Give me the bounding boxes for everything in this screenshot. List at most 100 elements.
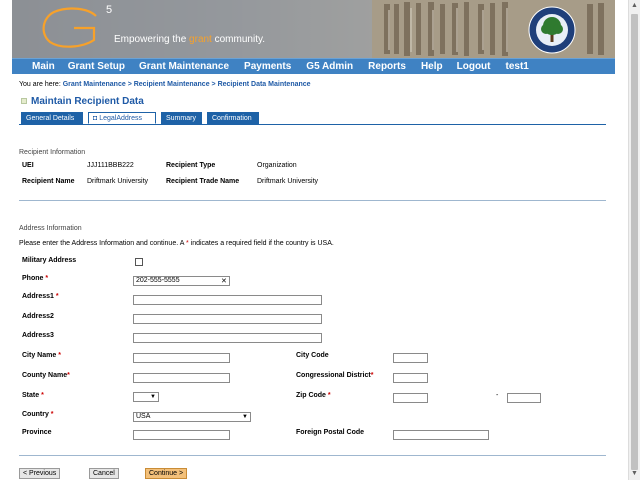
country-select-value: USA: [136, 413, 151, 420]
close-icon[interactable]: ✕: [221, 277, 227, 285]
city-code-input[interactable]: [393, 353, 428, 363]
address1-input[interactable]: [133, 295, 322, 305]
address-info-heading: Address Information: [19, 225, 82, 232]
breadcrumb-separator: >: [209, 81, 218, 88]
nav-reports[interactable]: Reports: [368, 61, 406, 72]
zip-plus4-input[interactable]: [507, 393, 541, 403]
required-marker: *: [41, 392, 44, 399]
instruction-text: Please enter the Address Information and…: [19, 240, 186, 247]
city-name-input[interactable]: [133, 353, 230, 363]
scroll-up-icon[interactable]: ▲: [629, 0, 640, 12]
congressional-district-input[interactable]: [393, 373, 428, 383]
breadcrumb-current: Recipient Data Maintenance: [217, 81, 311, 88]
continue-button[interactable]: Continue >: [145, 468, 188, 479]
tagline-text-end: community.: [211, 34, 266, 45]
tagline-text: Empowering the: [114, 34, 190, 45]
chevron-down-icon: ▼: [242, 414, 248, 420]
congressional-district-label-text: Congressional District: [296, 372, 371, 379]
required-marker: *: [50, 411, 54, 418]
uei-value: JJJ111BBB222: [87, 162, 134, 169]
state-select[interactable]: ▼: [133, 392, 159, 402]
military-address-label: Military Address: [22, 257, 77, 264]
scroll-down-icon[interactable]: ▼: [629, 468, 640, 480]
foreign-postal-code-label: Foreign Postal Code: [296, 429, 365, 436]
province-input[interactable]: [133, 430, 230, 440]
tab-general-details[interactable]: General Details: [21, 112, 83, 124]
page: 5 Empowering the grant community. Main G…: [0, 0, 628, 480]
site-banner: 5 Empowering the grant community.: [12, 0, 615, 58]
vertical-scrollbar[interactable]: ▲ ▼: [628, 0, 640, 480]
address-instructions: Please enter the Address Information and…: [19, 240, 334, 247]
address3-input[interactable]: [133, 333, 322, 343]
recipient-name-value: Driftmark University: [87, 178, 149, 185]
tab-legal-address[interactable]: ◘ LegalAddress: [88, 112, 156, 124]
city-name-label-text: City Name: [22, 352, 57, 359]
breadcrumb-separator: >: [125, 81, 134, 88]
recipient-info-heading: Recipient Information: [19, 149, 86, 156]
required-marker: *: [327, 392, 331, 399]
phone-label: Phone *: [22, 275, 48, 282]
tab-summary[interactable]: Summary: [161, 112, 202, 124]
breadcrumb-link-recipient-maintenance[interactable]: Recipient Maintenance: [134, 81, 210, 88]
country-label: Country *: [22, 411, 54, 418]
chevron-down-icon: ▼: [150, 394, 156, 400]
main-nav: Main Grant Setup Grant Maintenance Payme…: [12, 58, 615, 74]
breadcrumb: You are here: Grant Maintenance > Recipi…: [19, 81, 311, 88]
address1-label-text: Address1: [22, 293, 54, 300]
cancel-button[interactable]: Cancel: [89, 468, 119, 479]
nav-user[interactable]: test1: [506, 61, 529, 72]
page-title-icon: [21, 98, 27, 104]
required-marker: *: [55, 293, 59, 300]
address2-input[interactable]: [133, 314, 322, 324]
tagline-highlight: grant: [189, 34, 212, 45]
page-title: Maintain Recipient Data: [31, 96, 144, 107]
required-marker: *: [67, 372, 70, 379]
tab-confirmation[interactable]: Confirmation: [207, 112, 259, 124]
zip-code-label: Zip Code *: [296, 392, 331, 399]
tab-legal-address-label: LegalAddress: [99, 115, 142, 122]
county-name-input[interactable]: [133, 373, 230, 383]
section-divider: [19, 455, 606, 456]
nav-logout[interactable]: Logout: [457, 61, 491, 72]
department-of-education-seal-icon: [528, 6, 576, 54]
recipient-name-label: Recipient Name: [22, 178, 75, 185]
county-name-label-text: County Name: [22, 372, 68, 379]
country-label-text: Country: [22, 411, 49, 418]
zip-code-label-text: Zip Code: [296, 392, 326, 399]
nav-g5-admin[interactable]: G5 Admin: [306, 61, 353, 72]
breadcrumb-link-grant-maintenance[interactable]: Grant Maintenance: [63, 81, 126, 88]
phone-label-text: Phone: [22, 275, 44, 282]
tagline: Empowering the grant community.: [114, 34, 265, 45]
state-label: State *: [22, 392, 44, 399]
phone-input[interactable]: 202-555-5555: [133, 276, 230, 286]
recipient-trade-name-label: Recipient Trade Name: [166, 178, 240, 185]
city-name-label: City Name *: [22, 352, 61, 359]
required-marker: *: [58, 352, 61, 359]
recipient-type-label: Recipient Type: [166, 162, 216, 169]
recipient-trade-name-value: Driftmark University: [257, 178, 319, 185]
nav-payments[interactable]: Payments: [244, 61, 291, 72]
city-code-label: City Code: [296, 352, 329, 359]
g5-logo-five: 5: [106, 4, 113, 16]
breadcrumb-prefix: You are here:: [19, 81, 63, 88]
zip-separator: -: [496, 392, 499, 399]
nav-grant-setup[interactable]: Grant Setup: [68, 61, 125, 72]
required-marker: *: [45, 275, 49, 282]
nav-help[interactable]: Help: [421, 61, 443, 72]
scrollbar-thumb[interactable]: [631, 14, 638, 470]
country-select[interactable]: USA ▼: [133, 412, 251, 422]
zip-code-input[interactable]: [393, 393, 428, 403]
tab-divider: [19, 124, 606, 125]
address2-label: Address2: [22, 313, 54, 320]
nav-grant-maintenance[interactable]: Grant Maintenance: [139, 61, 229, 72]
foreign-postal-code-input[interactable]: [393, 430, 489, 440]
section-divider: [19, 200, 606, 201]
military-address-checkbox[interactable]: [135, 258, 143, 266]
congressional-district-label: Congressional District*: [296, 372, 373, 379]
nav-main[interactable]: Main: [32, 61, 55, 72]
county-name-label: County Name*: [22, 372, 70, 379]
state-label-text: State: [22, 392, 40, 399]
previous-button[interactable]: < Previous: [19, 468, 61, 479]
required-marker: *: [370, 372, 374, 379]
province-label: Province: [22, 429, 52, 436]
